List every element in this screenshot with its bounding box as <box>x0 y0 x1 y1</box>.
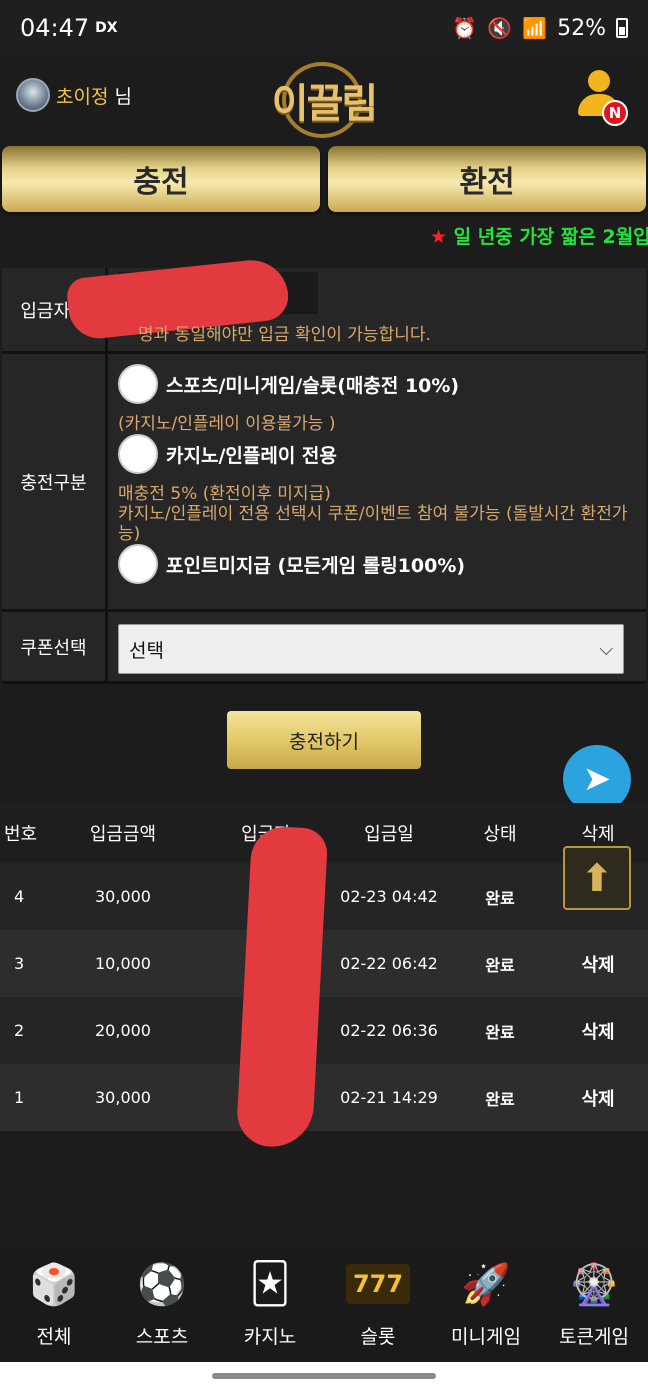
row-amount: 20,000 <box>95 1021 151 1040</box>
submit-charge-button[interactable]: 충전하기 <box>227 711 421 769</box>
network-type: DX <box>95 20 118 36</box>
scroll-to-top-button[interactable]: ⬆ <box>563 846 631 910</box>
profile-icon <box>588 70 610 92</box>
table-row: 2 20,000 02-22 06:36 완료 삭제 <box>0 997 648 1064</box>
soccer-ball-icon: ⚽ <box>137 1261 187 1308</box>
row-no: 4 <box>14 887 25 906</box>
row-amount: 30,000 <box>95 887 151 906</box>
logo-text: 이끌림 <box>271 81 378 127</box>
star-icon: ★ <box>430 226 448 248</box>
coupon-selected: 선택 <box>129 639 164 662</box>
coupon-row: 쿠폰선택 선택 ⌵ <box>2 612 646 684</box>
nav-casino-label: 카지노 <box>243 1326 297 1348</box>
header-amount: 입금금액 <box>89 824 157 845</box>
slot-777-icon: 777 <box>346 1264 410 1304</box>
option-no-point-label: 포인트미지급 (모든게임 롤링100%) <box>166 554 466 577</box>
radio-casino[interactable] <box>118 434 158 474</box>
table-row: 3 10,000 02-22 06:42 완료 삭제 <box>0 930 648 997</box>
notification-badge: N <box>602 100 628 126</box>
nav-token-game[interactable]: 🎡 토큰게임 <box>540 1246 648 1362</box>
wifi-icon: 📶 <box>522 16 548 40</box>
nav-slot[interactable]: 777 슬롯 <box>324 1246 432 1362</box>
clock: 04:47 <box>20 14 90 42</box>
header-date: 입금일 <box>364 824 414 845</box>
marquee-text: 일 년중 가장 짧은 2월입 <box>447 226 648 248</box>
rank-badge-icon <box>16 78 50 112</box>
nav-casino[interactable]: 🃏 카지노 <box>216 1246 324 1362</box>
charge-type-options: 스포츠/미니게임/슬롯(매충전 10%) (카지노/인플레이 이용불가능 ) 카… <box>108 354 646 609</box>
battery-icon <box>616 18 628 38</box>
option-sports-note: (카지노/인플레이 이용불가능 ) <box>118 414 336 434</box>
site-header: 초이정 님 이끌림 N <box>0 56 648 146</box>
charge-form: 입금자명 명과 동일해야만 입금 확인이 가능합니다. 충전구분 스포츠/미니게… <box>2 256 646 684</box>
row-delete[interactable]: 삭제 <box>548 951 648 977</box>
chevron-down-icon: ⌵ <box>599 638 613 660</box>
option-sports[interactable]: 스포츠/미니게임/슬롯(매충전 10%) <box>118 364 636 404</box>
user-suffix: 님 <box>114 85 132 108</box>
row-date: 02-21 14:29 <box>340 1088 438 1107</box>
bottom-nav: 🎲 전체 ⚽ 스포츠 🃏 카지노 777 슬롯 🚀 미니게임 🎡 토큰게임 <box>0 1246 648 1362</box>
dice-icon: 🎲 <box>29 1261 79 1308</box>
row-no: 3 <box>14 954 25 973</box>
header-delete: 삭제 <box>581 824 615 845</box>
coupon-content: 선택 ⌵ <box>108 612 646 681</box>
radio-sports[interactable] <box>118 364 158 404</box>
charge-type-label: 충전구분 <box>2 354 108 609</box>
option-no-point[interactable]: 포인트미지급 (모든게임 롤링100%) <box>118 544 636 584</box>
alarm-icon: ⏰ <box>452 16 478 40</box>
radio-no-point[interactable] <box>118 544 158 584</box>
user-name: 초이정 <box>56 85 109 108</box>
nav-minigame[interactable]: 🚀 미니게임 <box>432 1246 540 1362</box>
system-nav-bar <box>0 1362 648 1390</box>
nav-all-label: 전체 <box>36 1326 72 1348</box>
charge-button[interactable]: 충전 <box>2 146 320 212</box>
exchange-button[interactable]: 환전 <box>328 146 646 212</box>
depositor-note: 명과 동일해야만 입금 확인이 가능합니다. <box>138 325 431 345</box>
option-sports-label: 스포츠/미니게임/슬롯(매충전 10%) <box>166 374 460 397</box>
row-amount: 10,000 <box>95 954 151 973</box>
table-row: 1 30,000 02-21 14:29 완료 삭제 <box>0 1064 648 1131</box>
row-no: 2 <box>14 1021 25 1040</box>
rocket-icon: 🚀 <box>461 1261 511 1308</box>
depositor-content: 명과 동일해야만 입금 확인이 가능합니다. <box>65 256 646 351</box>
option-casino-label: 카지노/인플레이 전용 <box>166 444 337 467</box>
row-date: 02-23 04:42 <box>340 887 438 906</box>
coupon-select[interactable]: 선택 ⌵ <box>118 624 624 674</box>
roulette-icon: 🎡 <box>569 1261 619 1308</box>
row-date: 02-22 06:42 <box>340 954 438 973</box>
nav-slot-label: 슬롯 <box>360 1326 396 1348</box>
option-casino[interactable]: 카지노/인플레이 전용 <box>118 434 636 474</box>
row-delete[interactable]: 삭제 <box>548 1085 648 1111</box>
status-bar: 04:47 DX ⏰ 🔇 📶 52% <box>0 0 648 56</box>
row-delete[interactable]: 삭제 <box>548 1018 648 1044</box>
charge-type-row: 충전구분 스포츠/미니게임/슬롯(매충전 10%) (카지노/인플레이 이용불가… <box>2 354 646 612</box>
row-status: 완료 <box>485 1022 515 1042</box>
row-status: 완료 <box>485 955 515 975</box>
row-status: 완료 <box>485 888 515 908</box>
option-casino-note: 매충전 5% (환전이후 미지급) 카지노/인플레이 전용 선택시 쿠폰/이벤트… <box>118 484 628 544</box>
nav-sports-label: 스포츠 <box>135 1326 189 1348</box>
status-icons: ⏰ 🔇 📶 52% <box>452 16 628 41</box>
site-logo[interactable]: 이끌림 <box>264 60 384 140</box>
nav-minigame-label: 미니게임 <box>451 1326 521 1348</box>
battery-percent: 52% <box>557 15 606 41</box>
home-gesture-bar[interactable] <box>212 1373 436 1379</box>
coupon-label: 쿠폰선택 <box>2 612 108 681</box>
row-status: 완료 <box>485 1089 515 1109</box>
user-info[interactable]: 초이정 님 <box>16 78 132 112</box>
nav-sports[interactable]: ⚽ 스포츠 <box>108 1246 216 1362</box>
row-amount: 30,000 <box>95 1088 151 1107</box>
mute-icon: 🔇 <box>487 16 513 40</box>
row-no: 1 <box>14 1088 25 1107</box>
depositor-row: 입금자명 명과 동일해야만 입금 확인이 가능합니다. <box>2 256 646 354</box>
nav-token-game-label: 토큰게임 <box>559 1326 629 1348</box>
header-no: 번호 <box>4 824 38 845</box>
header-status: 상태 <box>483 824 517 845</box>
profile-button[interactable]: N <box>578 70 630 128</box>
nav-all[interactable]: 🎲 전체 <box>0 1246 108 1362</box>
notice-marquee: ★ 일 년중 가장 짧은 2월입 <box>430 222 648 249</box>
row-date: 02-22 06:36 <box>340 1021 438 1040</box>
cards-icon: 🃏 <box>249 1261 291 1307</box>
arrow-up-icon: ⬆ <box>581 856 613 900</box>
